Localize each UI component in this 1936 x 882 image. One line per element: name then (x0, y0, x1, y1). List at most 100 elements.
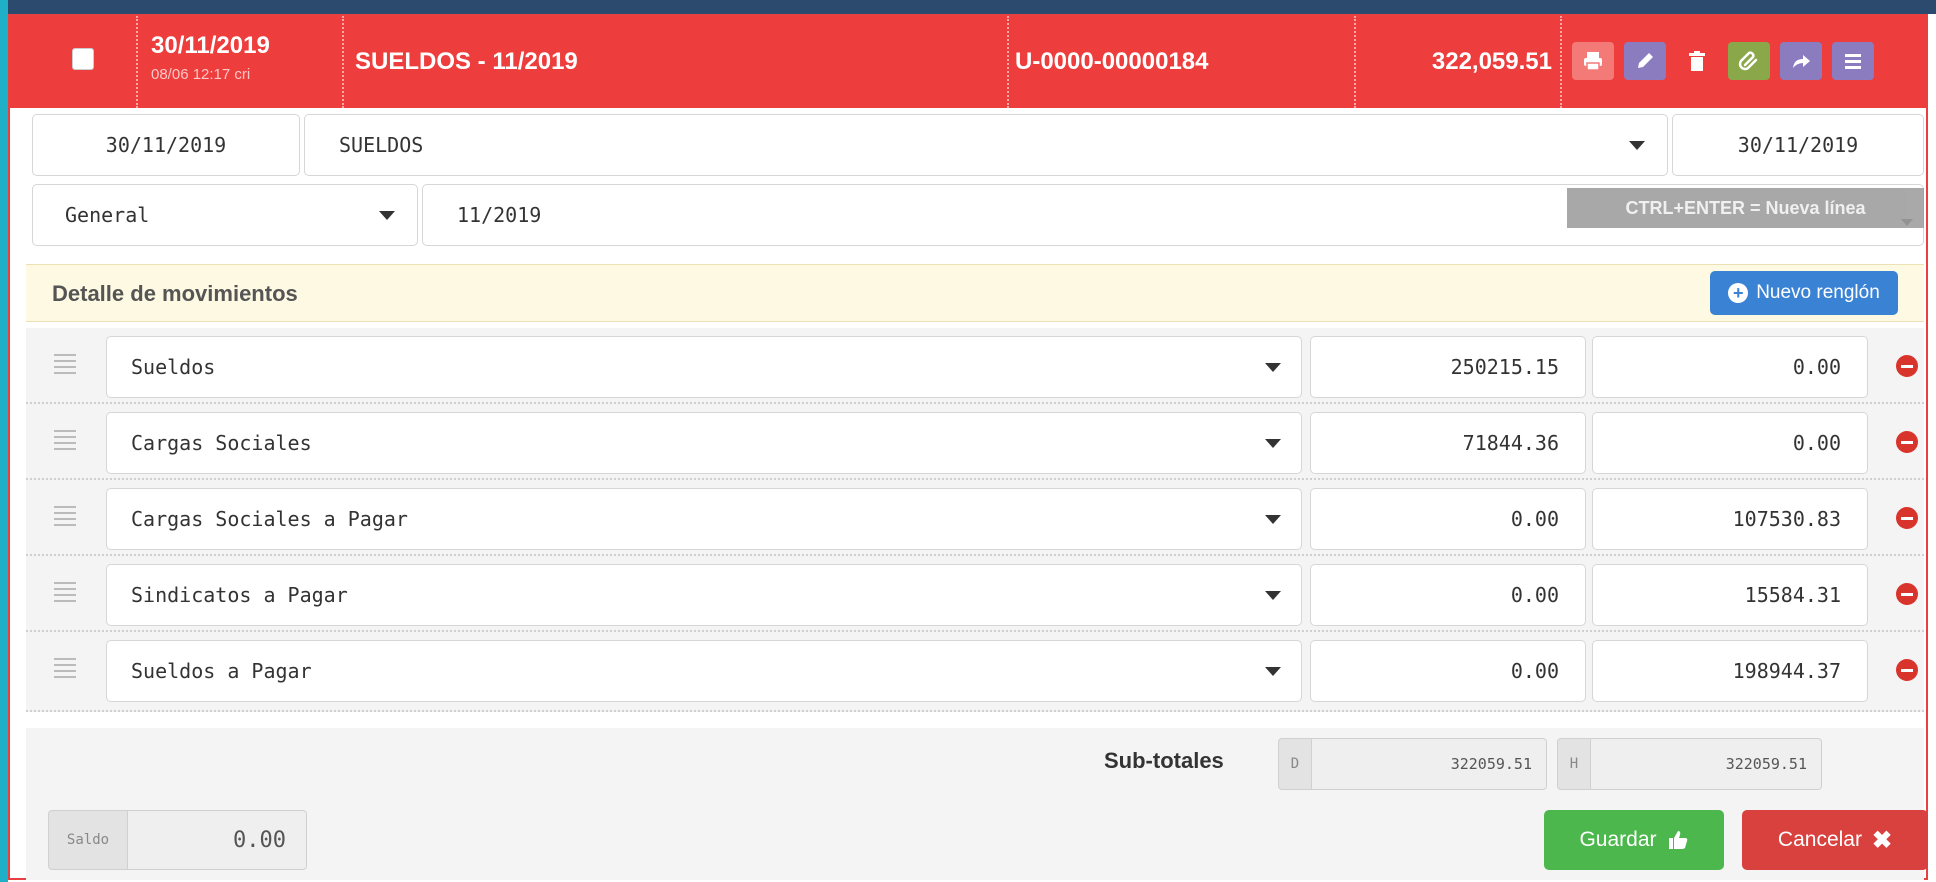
account-select[interactable]: Cargas Sociales a Pagar (106, 488, 1302, 550)
category-value: General (65, 203, 150, 227)
print-button[interactable] (1572, 42, 1614, 80)
movement-row: Sindicatos a Pagar 0.00 15584.31 (26, 556, 1924, 632)
credit-field[interactable]: 0.00 (1592, 336, 1868, 398)
entry-date-field[interactable]: 30/11/2019 (32, 114, 300, 176)
drag-handle-icon[interactable] (54, 582, 76, 602)
debit-value: 250215.15 (1450, 355, 1559, 379)
trash-icon (1689, 51, 1705, 71)
credit-value: 107530.83 (1732, 507, 1841, 531)
footer-row: Saldo 0.00 Guardar Cancelar ✖ (26, 794, 1928, 880)
remove-row-icon[interactable] (1896, 583, 1918, 605)
remove-row-icon[interactable] (1896, 431, 1918, 453)
thumbs-up-icon (1668, 831, 1687, 849)
detail-section-header: Detalle de movimientos + Nuevo renglón (26, 264, 1924, 322)
credit-value: 198944.37 (1732, 659, 1841, 683)
journal-entry-panel: 30/11/2019 08/06 12:17 cri SUELDOS - 11/… (8, 14, 1928, 880)
drag-handle-icon[interactable] (54, 658, 76, 678)
chevron-down-icon (1629, 141, 1645, 150)
close-icon: ✖ (1871, 826, 1893, 854)
debit-field[interactable]: 0.00 (1310, 640, 1586, 702)
credit-value: 0.00 (1792, 355, 1841, 379)
delete-button[interactable] (1676, 42, 1718, 80)
account-value: Sueldos (131, 355, 216, 379)
entry-header: 30/11/2019 08/06 12:17 cri SUELDOS - 11/… (10, 16, 1926, 108)
account-select[interactable]: Sindicatos a Pagar (106, 564, 1302, 626)
credit-total-value: 322059.51 (1725, 755, 1807, 773)
account-select[interactable]: Sueldos (106, 336, 1302, 398)
header-entry-number: U-0000-00000184 (1015, 48, 1209, 75)
account-select[interactable]: Sueldos a Pagar (106, 640, 1302, 702)
paperclip-icon (1738, 51, 1758, 71)
header-date: 30/11/2019 (151, 32, 270, 59)
header-timestamp: 08/06 12:17 cri (151, 66, 251, 83)
save-label: Guardar (1579, 828, 1657, 851)
chevron-down-icon (1265, 667, 1281, 676)
chevron-down-icon (1265, 515, 1281, 524)
concept-value: SUELDOS (339, 133, 424, 157)
debit-total-field: 322059.51 (1311, 738, 1547, 790)
menu-button[interactable] (1832, 42, 1874, 80)
category-select[interactable]: General (32, 184, 418, 246)
pencil-icon (1638, 53, 1653, 68)
page-top-bar (0, 0, 1936, 14)
menu-icon (1845, 54, 1861, 69)
debit-field[interactable]: 0.00 (1310, 488, 1586, 550)
select-checkbox[interactable] (72, 48, 94, 70)
credit-field[interactable]: 15584.31 (1592, 564, 1868, 626)
drag-handle-icon[interactable] (54, 430, 76, 450)
header-amount: 322,059.51 (1431, 48, 1552, 75)
drag-handle-icon[interactable] (54, 506, 76, 526)
remove-row-icon[interactable] (1896, 659, 1918, 681)
credit-value: 15584.31 (1744, 583, 1841, 607)
movement-row: Sueldos 250215.15 0.00 (26, 328, 1924, 404)
save-button[interactable]: Guardar (1544, 810, 1724, 870)
subtotals-row: Sub-totales D 322059.51 H 322059.51 (26, 728, 1924, 795)
credit-total-field: 322059.51 (1590, 738, 1822, 790)
debit-field[interactable]: 0.00 (1310, 564, 1586, 626)
plus-circle-icon: + (1728, 283, 1749, 303)
edit-button[interactable] (1624, 42, 1666, 80)
movement-row: Cargas Sociales 71844.36 0.00 (26, 404, 1924, 480)
remove-row-icon[interactable] (1896, 355, 1918, 377)
account-select[interactable]: Cargas Sociales (106, 412, 1302, 474)
share-button[interactable] (1780, 42, 1822, 80)
credit-field[interactable]: 0.00 (1592, 412, 1868, 474)
debit-value: 0.00 (1510, 659, 1559, 683)
header-title: SUELDOS - 11/2019 (355, 48, 578, 75)
due-date-value: 30/11/2019 (1737, 133, 1859, 157)
debit-total-addon: D (1278, 738, 1312, 790)
debit-field[interactable]: 250215.15 (1310, 336, 1586, 398)
chevron-down-icon (379, 211, 395, 220)
account-value: Sindicatos a Pagar (131, 583, 348, 607)
share-icon (1793, 55, 1810, 68)
cancel-button[interactable]: Cancelar ✖ (1742, 810, 1928, 870)
credit-field[interactable]: 107530.83 (1592, 488, 1868, 550)
credit-field[interactable]: 198944.37 (1592, 640, 1868, 702)
drag-handle-icon[interactable] (54, 354, 76, 374)
print-icon (1584, 52, 1602, 71)
chevron-down-icon (1265, 439, 1281, 448)
chevron-down-icon (1265, 363, 1281, 372)
saldo-label: Saldo (48, 810, 128, 870)
saldo-field: 0.00 (127, 810, 307, 870)
debit-field[interactable]: 71844.36 (1310, 412, 1586, 474)
attach-button[interactable] (1728, 42, 1770, 80)
debit-total-value: 322059.51 (1450, 755, 1532, 773)
keyboard-hint-tooltip: CTRL+ENTER = Nueva línea (1567, 188, 1924, 228)
debit-value: 0.00 (1510, 583, 1559, 607)
entry-date-value: 30/11/2019 (105, 133, 227, 157)
credit-value: 0.00 (1792, 431, 1841, 455)
cancel-label: Cancelar (1777, 828, 1862, 851)
credit-total-addon: H (1557, 738, 1591, 790)
account-value: Cargas Sociales (131, 431, 312, 455)
concept-select[interactable]: SUELDOS (304, 114, 1668, 176)
new-row-button[interactable]: + Nuevo renglón (1710, 271, 1898, 315)
description-value: 11/2019 (457, 203, 542, 227)
chevron-down-icon (1265, 591, 1281, 600)
remove-row-icon[interactable] (1896, 507, 1918, 529)
debit-value: 0.00 (1510, 507, 1559, 531)
due-date-field[interactable]: 30/11/2019 (1672, 114, 1924, 176)
movement-row: Sueldos a Pagar 0.00 198944.37 (26, 632, 1924, 712)
detail-title: Detalle de movimientos (52, 281, 298, 306)
account-value: Cargas Sociales a Pagar (131, 507, 408, 531)
